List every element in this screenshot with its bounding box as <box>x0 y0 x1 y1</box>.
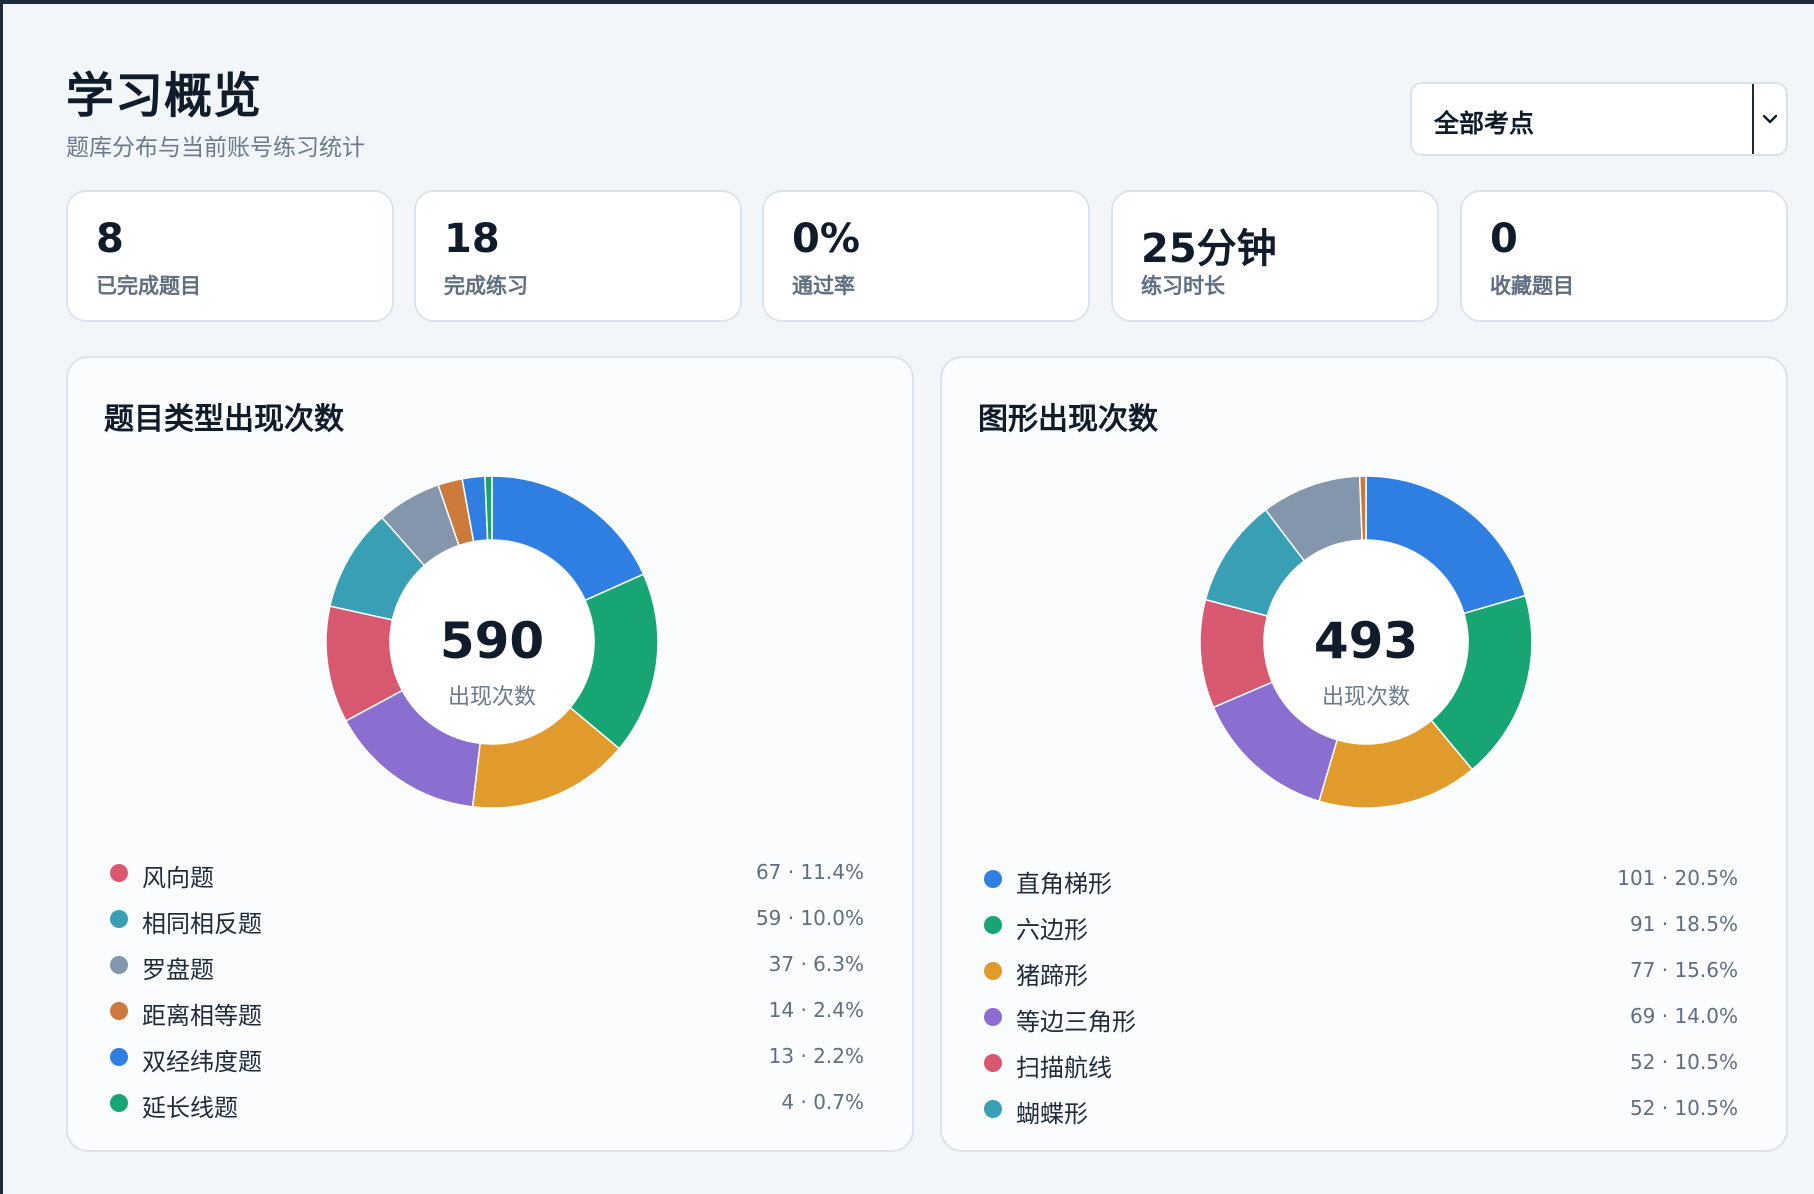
legend-item: 罗盘题 37 · 6.3% <box>104 946 864 986</box>
legend-value: 52 · 10.5% <box>1629 1050 1738 1074</box>
legend-value: 14 · 2.4% <box>768 998 864 1022</box>
stat-label: 通过率 <box>792 274 855 298</box>
legend-dot-icon <box>984 870 1002 888</box>
stat-card-favorites: 0 收藏题目 <box>1460 190 1788 322</box>
legend-label: 双经纬度题 <box>142 1048 262 1076</box>
legend-value: 59 · 10.0% <box>755 906 864 930</box>
question-type-panel: 题目类型出现次数 590 出现次数 风向题 67 · 11.4% 相同相反题 59 · … <box>66 356 914 1152</box>
page-title: 学习概览 <box>66 68 263 124</box>
legend-dot-icon <box>984 1008 1002 1026</box>
legend-item: 双经纬度题 13 · 2.2% <box>104 1038 864 1078</box>
legend-item: 猪蹄形 77 · 15.6% <box>978 952 1738 992</box>
shape-legend: 直角梯形 101 · 20.5% 六边形 91 · 18.5% 猪蹄形 77 · 15.6… <box>942 358 1790 1154</box>
stat-value: 0 <box>1490 216 1518 262</box>
legend-item: 六边形 91 · 18.5% <box>978 906 1738 946</box>
stat-label: 已完成题目 <box>96 274 201 298</box>
legend-label: 六边形 <box>1016 916 1088 944</box>
legend-label: 延长线题 <box>142 1094 238 1122</box>
legend-dot-icon <box>110 864 128 882</box>
legend-item: 延长线题 4 · 0.7% <box>104 1084 864 1124</box>
stat-card-pass-rate: 0% 通过率 <box>762 190 1090 322</box>
legend-label: 距离相等题 <box>142 1002 262 1030</box>
stat-value: 0% <box>792 216 860 262</box>
topic-filter-value: 全部考点 <box>1434 109 1535 138</box>
legend-label: 猪蹄形 <box>1016 962 1088 990</box>
legend-value: 91 · 18.5% <box>1629 912 1738 936</box>
legend-value: 4 · 0.7% <box>781 1090 864 1114</box>
legend-item: 扫描航线 52 · 10.5% <box>978 1044 1738 1084</box>
legend-dot-icon <box>984 1054 1002 1072</box>
legend-dot-icon <box>110 1002 128 1020</box>
stat-value: 25分钟 <box>1141 226 1277 272</box>
legend-item: 直角梯形 101 · 20.5% <box>978 860 1738 900</box>
legend-value: 69 · 14.0% <box>1629 1004 1738 1028</box>
legend-label: 等边三角形 <box>1016 1008 1136 1036</box>
legend-value: 67 · 11.4% <box>755 860 864 884</box>
legend-value: 13 · 2.2% <box>768 1044 864 1068</box>
shape-panel: 图形出现次数 493 出现次数 直角梯形 101 · 20.5% 六边形 91 · 18… <box>940 356 1788 1152</box>
stat-value: 8 <box>96 216 124 262</box>
legend-dot-icon <box>110 910 128 928</box>
legend-item: 相同相反题 59 · 10.0% <box>104 900 864 940</box>
legend-item: 蝴蝶形 52 · 10.5% <box>978 1090 1738 1130</box>
topic-filter-select[interactable]: 全部考点 <box>1410 82 1788 156</box>
legend-label: 罗盘题 <box>142 956 214 984</box>
legend-value: 37 · 6.3% <box>768 952 864 976</box>
stat-card-practice-time: 25分钟 练习时长 <box>1111 190 1439 322</box>
legend-dot-icon <box>984 1100 1002 1118</box>
legend-value: 101 · 20.5% <box>1617 866 1738 890</box>
legend-item: 等边三角形 69 · 14.0% <box>978 998 1738 1038</box>
legend-label: 相同相反题 <box>142 910 262 938</box>
legend-label: 扫描航线 <box>1016 1054 1112 1082</box>
legend-label: 风向题 <box>142 864 214 892</box>
legend-dot-icon <box>984 916 1002 934</box>
legend-label: 蝴蝶形 <box>1016 1100 1088 1128</box>
stat-card-completed-practice: 18 完成练习 <box>414 190 742 322</box>
legend-dot-icon <box>110 956 128 974</box>
stat-value: 18 <box>444 216 500 262</box>
stat-card-completed-questions: 8 已完成题目 <box>66 190 394 322</box>
question-type-legend: 风向题 67 · 11.4% 相同相反题 59 · 10.0% 罗盘题 37 · 6.3%… <box>68 358 916 1154</box>
legend-dot-icon <box>110 1048 128 1066</box>
legend-item: 风向题 67 · 11.4% <box>104 854 864 894</box>
legend-dot-icon <box>110 1094 128 1112</box>
stat-label: 完成练习 <box>444 274 528 298</box>
legend-dot-icon <box>984 962 1002 980</box>
legend-value: 52 · 10.5% <box>1629 1096 1738 1120</box>
page-subtitle: 题库分布与当前账号练习统计 <box>66 135 365 161</box>
chevron-down-icon[interactable] <box>1752 84 1786 154</box>
stat-label: 收藏题目 <box>1490 274 1574 298</box>
legend-value: 77 · 15.6% <box>1629 958 1738 982</box>
stat-label: 练习时长 <box>1141 274 1225 298</box>
app-frame: 学习概览 题库分布与当前账号练习统计 全部考点 8 已完成题目 18 完成练习 … <box>0 0 1814 1194</box>
legend-item: 距离相等题 14 · 2.4% <box>104 992 864 1032</box>
legend-label: 直角梯形 <box>1016 870 1112 898</box>
